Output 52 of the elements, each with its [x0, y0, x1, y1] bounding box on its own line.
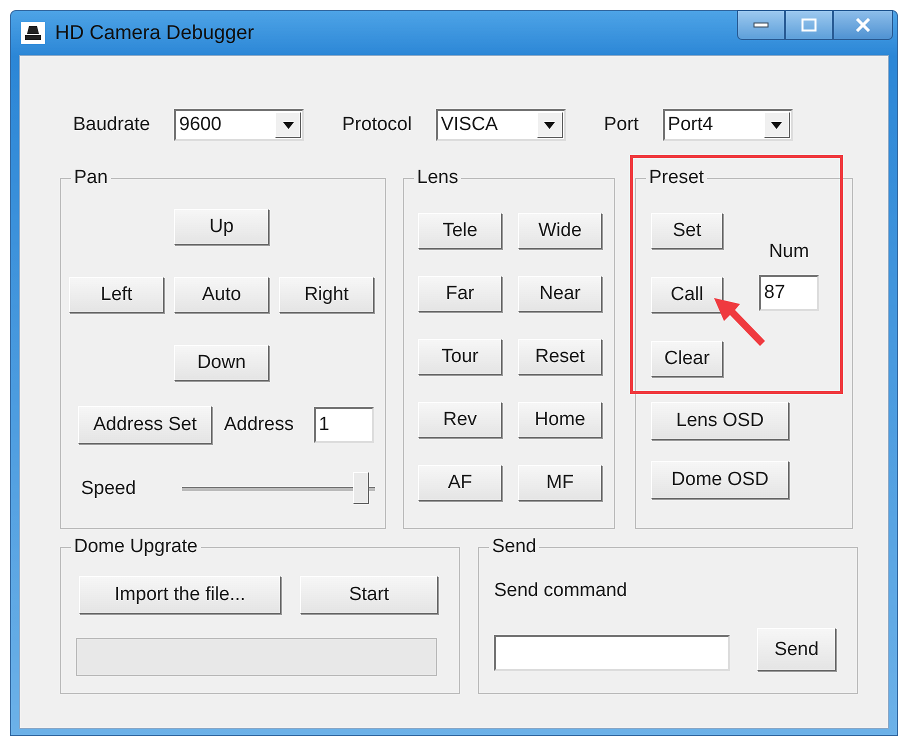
- close-button[interactable]: [833, 10, 893, 40]
- minimize-icon: [753, 22, 769, 28]
- maximize-button[interactable]: [785, 10, 833, 40]
- button[interactable]: Start: [300, 576, 438, 614]
- button[interactable]: Dome OSD: [651, 461, 789, 499]
- button[interactable]: Home: [518, 402, 602, 438]
- button[interactable]: MF: [518, 465, 602, 501]
- button[interactable]: Import the file...: [79, 576, 281, 614]
- button[interactable]: Reset: [518, 339, 602, 375]
- button[interactable]: Rev: [418, 402, 502, 438]
- button[interactable]: Address Set: [78, 406, 212, 444]
- field-label: Baudrate: [73, 114, 150, 136]
- slider-thumb[interactable]: [353, 472, 370, 504]
- minimize-button[interactable]: [737, 10, 785, 40]
- button[interactable]: Up: [174, 209, 269, 245]
- button[interactable]: Call: [651, 277, 723, 313]
- button[interactable]: AF: [418, 465, 502, 501]
- button[interactable]: Down: [174, 345, 269, 381]
- arrow: [714, 298, 765, 346]
- app-icon: [21, 22, 45, 44]
- dropdown[interactable]: Port4: [662, 109, 793, 141]
- button[interactable]: Clear: [651, 341, 723, 377]
- field-label: Num: [768, 241, 810, 263]
- field-label: Protocol: [342, 114, 412, 136]
- dropdown[interactable]: VISCA: [436, 109, 566, 141]
- maximize-icon: [801, 18, 817, 32]
- button[interactable]: Send: [757, 628, 836, 671]
- dropdown[interactable]: 9600: [174, 109, 304, 141]
- caret-icon: [282, 122, 294, 128]
- button[interactable]: Set: [651, 213, 723, 249]
- button[interactable]: Lens OSD: [651, 402, 789, 440]
- input-field[interactable]: 1: [314, 407, 374, 443]
- button[interactable]: Right: [279, 277, 374, 313]
- button[interactable]: Left: [69, 277, 164, 313]
- caret-icon: [544, 122, 556, 128]
- caret-icon: [771, 122, 782, 128]
- window-title: HD Camera Debugger: [55, 22, 254, 44]
- button[interactable]: Wide: [518, 213, 602, 249]
- group-title: Dome Upgrate: [71, 536, 201, 558]
- button[interactable]: Tour: [418, 339, 502, 375]
- button[interactable]: Auto: [174, 277, 269, 313]
- input-field[interactable]: [494, 635, 730, 671]
- button[interactable]: Near: [518, 276, 602, 312]
- button[interactable]: Tele: [418, 213, 502, 249]
- field-label: Speed: [81, 478, 136, 500]
- input-field[interactable]: 87: [759, 275, 819, 311]
- button[interactable]: Far: [418, 276, 502, 312]
- close-icon: [855, 18, 871, 32]
- field-label: Send command: [494, 580, 628, 601]
- speed-slider[interactable]: [182, 472, 375, 506]
- field-label: Address: [224, 414, 294, 436]
- field-label: Port: [604, 114, 639, 136]
